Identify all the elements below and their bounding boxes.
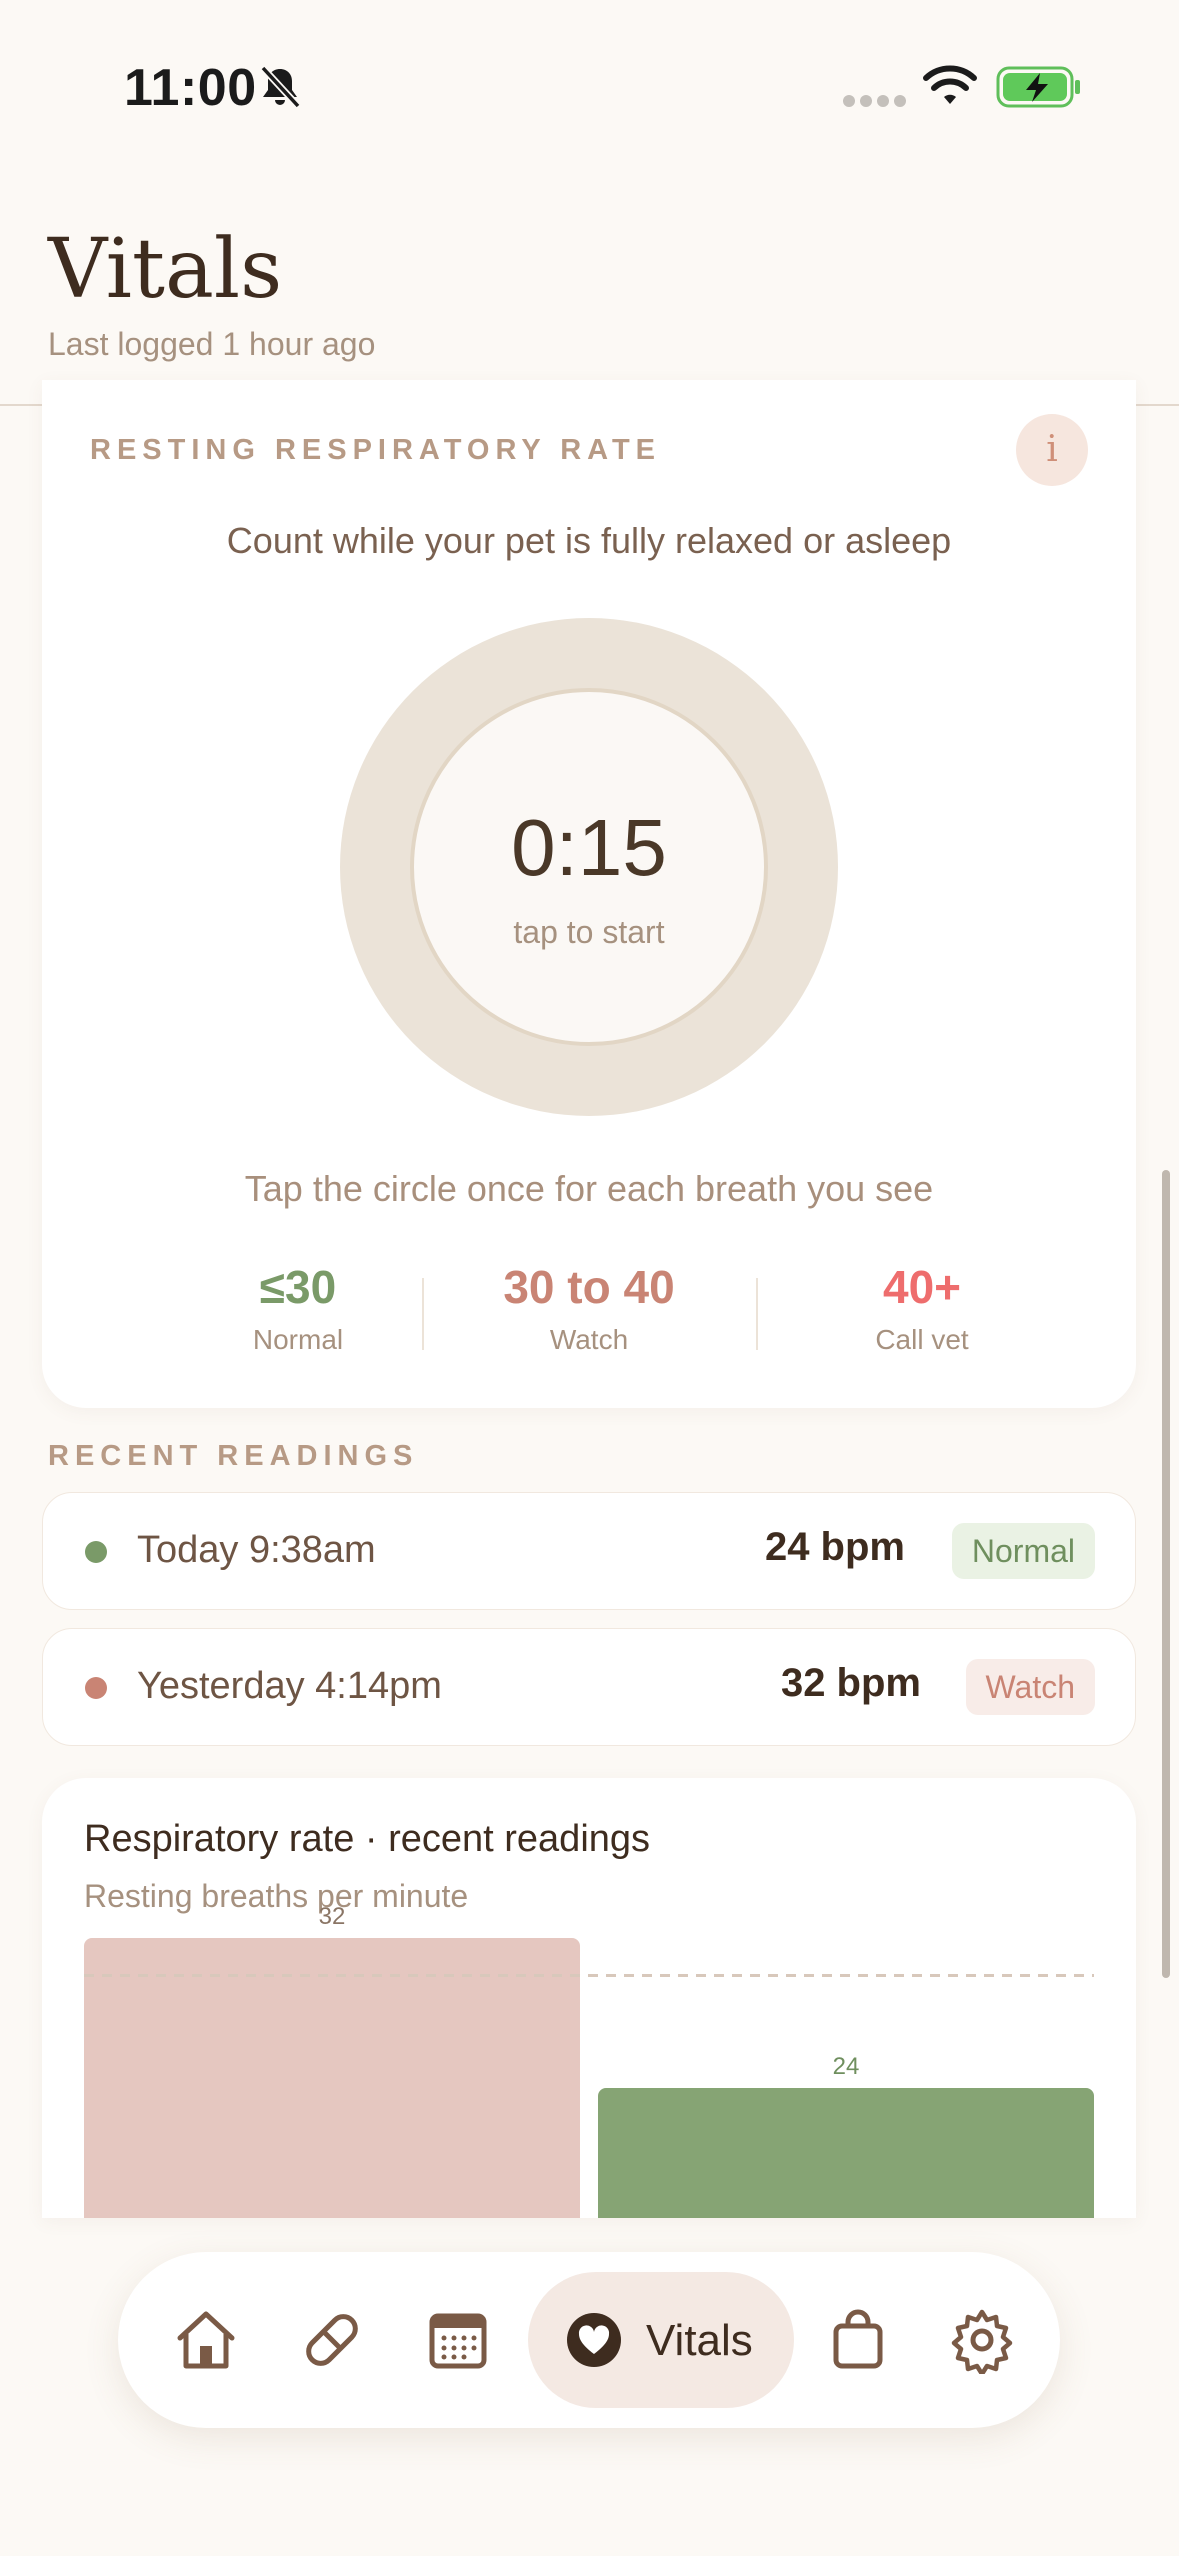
tab-shop[interactable] [814, 2296, 902, 2384]
range-divider [422, 1278, 424, 1350]
home-icon [177, 2311, 235, 2369]
recent-readings-label: RECENT READINGS [48, 1440, 419, 1472]
range-call-vet: 40+ Call vet [772, 1260, 1072, 1356]
tab-settings[interactable] [938, 2296, 1026, 2384]
range-watch: 30 to 40 Watch [439, 1260, 739, 1356]
scrollbar[interactable] [1162, 1170, 1170, 1978]
rate-ranges: ≤30 Normal 30 to 40 Watch 40+ Call vet [42, 1260, 1136, 1380]
range-caption: Normal [252, 1324, 344, 1355]
range-value: 40+ [882, 1261, 962, 1313]
breath-counter-circle[interactable]: 0:15 tap to start [340, 618, 838, 1116]
respiratory-chart-card: Respiratory rate · recent readings Resti… [42, 1778, 1136, 2218]
status-dot [85, 1541, 107, 1563]
info-button[interactable]: i [1016, 414, 1088, 486]
status-bar: 11:00 [0, 0, 1179, 160]
chart-bar[interactable] [598, 2088, 1094, 2218]
calendar-icon [429, 2313, 487, 2369]
tab-calendar[interactable] [414, 2296, 502, 2384]
respiratory-rate-card: RESTING RESPIRATORY RATE i Count while y… [42, 380, 1136, 1408]
count-instruction: Count while your pet is fully relaxed or… [226, 520, 952, 561]
reading-row[interactable]: Today 9:38am 24 bpm Normal [42, 1492, 1136, 1610]
reading-row[interactable]: Yesterday 4:14pm 32 bpm Watch [42, 1628, 1136, 1746]
tab-vitals[interactable]: Vitals [528, 2272, 794, 2408]
tab-home[interactable] [162, 2296, 250, 2384]
tap-instruction: Tap the circle once for each breath you … [244, 1168, 934, 1209]
range-value: ≤30 [259, 1261, 337, 1313]
reading-time: Today 9:38am [137, 1529, 376, 1571]
vitals-screen: 11:00 Vitals Last logged 1 hour ago REST… [0, 0, 1179, 2556]
page-header: Vitals Last logged 1 hour ago [0, 160, 1179, 406]
bar-chart: 32 24 [84, 1903, 1094, 2218]
reading-bpm: 32 bpm [780, 1661, 921, 1705]
reading-bpm: 24 bpm [764, 1525, 905, 1569]
card-label: RESTING RESPIRATORY RATE [90, 434, 661, 466]
wifi-icon [923, 65, 977, 104]
pill-icon [306, 2314, 358, 2366]
range-caption: Watch [549, 1324, 629, 1355]
bell-slash-icon [260, 65, 301, 109]
bag-icon [833, 2309, 883, 2369]
timer-hint: tap to start [513, 914, 665, 950]
cellular-dots-icon [843, 95, 906, 107]
timer-value: 0:15 [511, 803, 667, 892]
status-badge: Watch [965, 1659, 1095, 1715]
gear-icon [951, 2309, 1013, 2374]
vitals-heart-icon [567, 2313, 621, 2367]
range-value: 30 to 40 [503, 1261, 675, 1313]
reading-time: Yesterday 4:14pm [137, 1665, 442, 1707]
tab-vitals-label: Vitals [646, 2316, 753, 2365]
bar-data-label: 32 [319, 1903, 346, 1930]
battery-charging-icon [996, 66, 1080, 108]
range-normal: ≤30 Normal [148, 1260, 448, 1356]
page-title: Vitals [48, 222, 283, 317]
range-divider [756, 1278, 758, 1350]
range-caption: Call vet [875, 1324, 969, 1355]
tab-medications[interactable] [288, 2296, 376, 2384]
tab-bar: Vitals [118, 2252, 1060, 2428]
status-dot [85, 1677, 107, 1699]
timer-face[interactable]: 0:15 tap to start [410, 688, 768, 1046]
status-badge: Normal [951, 1523, 1095, 1579]
chart-bar[interactable] [84, 1938, 580, 2218]
last-logged-text: Last logged 1 hour ago [48, 326, 376, 362]
bar-data-label: 24 [833, 2053, 860, 2080]
status-time: 11:00 [124, 59, 257, 117]
